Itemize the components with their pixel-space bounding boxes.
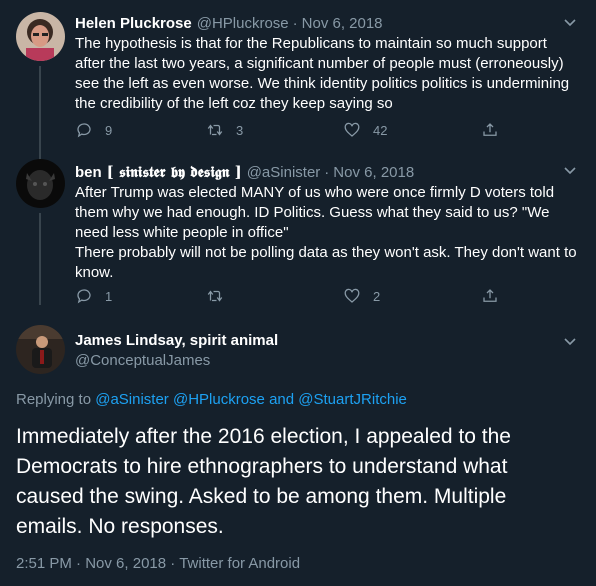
tweet-date[interactable]: Nov 6, 2018 (85, 555, 166, 572)
avatar[interactable] (16, 159, 65, 208)
share-button[interactable] (481, 121, 499, 139)
author-name[interactable]: James Lindsay, spirit animal (75, 331, 278, 351)
share-icon (483, 289, 497, 302)
separator: · (170, 555, 180, 572)
reply-count: 9 (105, 122, 113, 138)
main-tweet-text: Immediately after the 2016 election, I a… (16, 425, 511, 538)
author-handle[interactable]: @ConceptualJames (75, 351, 278, 371)
thread-line (39, 66, 41, 160)
reply-user-link[interactable]: @aSinister (95, 391, 169, 408)
reply-user-link[interactable]: @HPluckrose (173, 391, 265, 408)
reply-button[interactable]: 1 (75, 287, 112, 305)
heart-icon (344, 122, 360, 137)
tweet-date[interactable]: Nov 6, 2018 (333, 163, 414, 183)
share-icon (483, 123, 497, 136)
retweet-count: 3 (236, 122, 244, 138)
replying-prefix: Replying to (16, 391, 92, 408)
reply-icon (77, 289, 91, 304)
retweet-icon (207, 290, 223, 302)
chevron-down-icon[interactable] (560, 160, 580, 180)
like-button[interactable]: 2 (343, 287, 380, 305)
retweet-button[interactable]: 3 (206, 121, 243, 139)
tweet-source[interactable]: Twitter for Android (179, 555, 300, 572)
avatar[interactable] (16, 325, 65, 374)
author-name[interactable]: Helen Pluckrose (75, 14, 192, 34)
tweet-ben[interactable]: ben [ 𝖘𝖎𝖓𝖎𝖘𝖙𝖊𝖗 𝖇𝖞 𝖉𝖊𝖘𝖎𝖌𝖓 ] @aSinister · … (0, 155, 596, 305)
retweet-icon (207, 124, 223, 136)
separator: · (76, 555, 86, 572)
like-button[interactable]: 42 (343, 121, 387, 139)
author-name[interactable]: ben (75, 163, 102, 183)
tweet-date[interactable]: Nov 6, 2018 (302, 14, 383, 34)
avatar[interactable] (16, 12, 65, 61)
reply-count: 1 (105, 288, 113, 304)
tweet-meta: 2:51 PM · Nov 6, 2018 · Twitter for Andr… (16, 554, 300, 574)
reply-user-link[interactable]: @StuartJRitchie (298, 391, 407, 408)
tweet-time[interactable]: 2:51 PM (16, 555, 72, 572)
author-handle[interactable]: @HPluckrose (197, 14, 289, 34)
like-count: 42 (373, 122, 388, 138)
replying-to: Replying to @aSinister @HPluckrose and @… (16, 390, 407, 410)
retweet-button[interactable] (206, 287, 236, 305)
share-button[interactable] (481, 287, 499, 305)
separator: · (324, 164, 330, 181)
chevron-down-icon[interactable] (560, 331, 580, 351)
like-count: 2 (373, 288, 381, 304)
separator: · (292, 15, 298, 32)
reply-and-link[interactable]: and (269, 391, 294, 408)
tweet-text: After Trump was elected MANY of us who w… (75, 184, 577, 281)
tweet-text: The hypothesis is that for the Republica… (75, 35, 570, 112)
author-name-decoration[interactable]: [ 𝖘𝖎𝖓𝖎𝖘𝖙𝖊𝖗 𝖇𝖞 𝖉𝖊𝖘𝖎𝖌𝖓 ] (107, 162, 242, 182)
chevron-down-icon[interactable] (560, 12, 580, 32)
thread-line (39, 213, 41, 305)
heart-icon (344, 288, 360, 303)
tweet-helen[interactable]: Helen Pluckrose @HPluckrose · Nov 6, 201… (0, 0, 596, 160)
reply-button[interactable]: 9 (75, 121, 112, 139)
author-handle[interactable]: @aSinister (247, 163, 321, 183)
reply-icon (77, 123, 91, 138)
